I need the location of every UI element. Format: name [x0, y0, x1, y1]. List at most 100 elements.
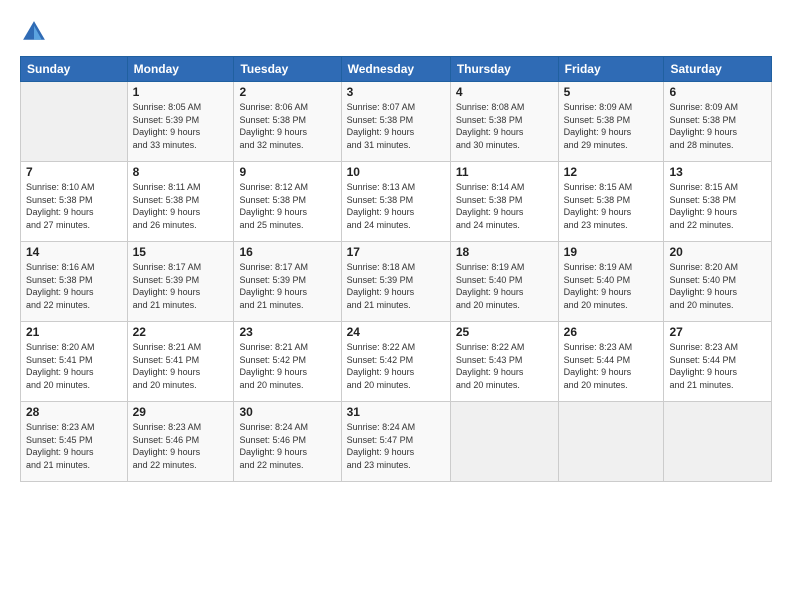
day-info: Sunrise: 8:15 AM Sunset: 5:38 PM Dayligh…	[669, 181, 766, 231]
day-info: Sunrise: 8:06 AM Sunset: 5:38 PM Dayligh…	[239, 101, 335, 151]
weekday-header-cell: Monday	[127, 57, 234, 82]
day-number: 12	[564, 165, 659, 179]
calendar-body: 1 Sunrise: 8:05 AM Sunset: 5:39 PM Daylig…	[21, 82, 772, 482]
calendar-day-cell: 22 Sunrise: 8:21 AM Sunset: 5:41 PM Dayli…	[127, 322, 234, 402]
weekday-header-cell: Sunday	[21, 57, 128, 82]
day-info: Sunrise: 8:17 AM Sunset: 5:39 PM Dayligh…	[239, 261, 335, 311]
day-number: 28	[26, 405, 122, 419]
logo	[20, 18, 52, 46]
day-info: Sunrise: 8:17 AM Sunset: 5:39 PM Dayligh…	[133, 261, 229, 311]
day-info: Sunrise: 8:21 AM Sunset: 5:41 PM Dayligh…	[133, 341, 229, 391]
day-number: 13	[669, 165, 766, 179]
calendar-day-cell: 8 Sunrise: 8:11 AM Sunset: 5:38 PM Daylig…	[127, 162, 234, 242]
calendar-day-cell: 14 Sunrise: 8:16 AM Sunset: 5:38 PM Dayli…	[21, 242, 128, 322]
day-info: Sunrise: 8:20 AM Sunset: 5:41 PM Dayligh…	[26, 341, 122, 391]
day-info: Sunrise: 8:09 AM Sunset: 5:38 PM Dayligh…	[669, 101, 766, 151]
day-info: Sunrise: 8:22 AM Sunset: 5:43 PM Dayligh…	[456, 341, 553, 391]
day-info: Sunrise: 8:13 AM Sunset: 5:38 PM Dayligh…	[347, 181, 445, 231]
logo-icon	[20, 18, 48, 46]
calendar-day-cell: 21Sunrise: 8:20 AM Sunset: 5:41 PM Dayli…	[21, 322, 128, 402]
calendar-day-cell: 26 Sunrise: 8:23 AM Sunset: 5:44 PM Dayli…	[558, 322, 664, 402]
page-header	[20, 18, 772, 46]
calendar-day-cell	[21, 82, 128, 162]
day-info: Sunrise: 8:11 AM Sunset: 5:38 PM Dayligh…	[133, 181, 229, 231]
calendar-week-row: 7Sunrise: 8:10 AM Sunset: 5:38 PM Daylig…	[21, 162, 772, 242]
day-info: Sunrise: 8:22 AM Sunset: 5:42 PM Dayligh…	[347, 341, 445, 391]
calendar-day-cell: 25 Sunrise: 8:22 AM Sunset: 5:43 PM Dayli…	[450, 322, 558, 402]
calendar-day-cell: 3Sunrise: 8:07 AM Sunset: 5:38 PM Daylig…	[341, 82, 450, 162]
day-info: Sunrise: 8:16 AM Sunset: 5:38 PM Dayligh…	[26, 261, 122, 311]
calendar-week-row: 14 Sunrise: 8:16 AM Sunset: 5:38 PM Dayli…	[21, 242, 772, 322]
calendar-day-cell: 9 Sunrise: 8:12 AM Sunset: 5:38 PM Daylig…	[234, 162, 341, 242]
calendar-day-cell: 1 Sunrise: 8:05 AM Sunset: 5:39 PM Daylig…	[127, 82, 234, 162]
calendar-day-cell: 30Sunrise: 8:24 AM Sunset: 5:46 PM Dayli…	[234, 402, 341, 482]
day-number: 27	[669, 325, 766, 339]
day-info: Sunrise: 8:09 AM Sunset: 5:38 PM Dayligh…	[564, 101, 659, 151]
calendar-day-cell	[558, 402, 664, 482]
day-info: Sunrise: 8:10 AM Sunset: 5:38 PM Dayligh…	[26, 181, 122, 231]
day-number: 6	[669, 85, 766, 99]
calendar-day-cell: 27 Sunrise: 8:23 AM Sunset: 5:44 PM Dayli…	[664, 322, 772, 402]
day-number: 24	[347, 325, 445, 339]
day-info: Sunrise: 8:05 AM Sunset: 5:39 PM Dayligh…	[133, 101, 229, 151]
calendar-day-cell: 29 Sunrise: 8:23 AM Sunset: 5:46 PM Dayli…	[127, 402, 234, 482]
day-number: 2	[239, 85, 335, 99]
day-number: 23	[239, 325, 335, 339]
day-info: Sunrise: 8:08 AM Sunset: 5:38 PM Dayligh…	[456, 101, 553, 151]
weekday-header-cell: Tuesday	[234, 57, 341, 82]
calendar-day-cell: 13 Sunrise: 8:15 AM Sunset: 5:38 PM Dayli…	[664, 162, 772, 242]
day-info: Sunrise: 8:24 AM Sunset: 5:47 PM Dayligh…	[347, 421, 445, 471]
calendar-table: SundayMondayTuesdayWednesdayThursdayFrid…	[20, 56, 772, 482]
calendar-day-cell: 15Sunrise: 8:17 AM Sunset: 5:39 PM Dayli…	[127, 242, 234, 322]
day-info: Sunrise: 8:15 AM Sunset: 5:38 PM Dayligh…	[564, 181, 659, 231]
day-number: 3	[347, 85, 445, 99]
day-number: 20	[669, 245, 766, 259]
day-info: Sunrise: 8:23 AM Sunset: 5:45 PM Dayligh…	[26, 421, 122, 471]
calendar-day-cell: 10Sunrise: 8:13 AM Sunset: 5:38 PM Dayli…	[341, 162, 450, 242]
day-info: Sunrise: 8:23 AM Sunset: 5:44 PM Dayligh…	[669, 341, 766, 391]
day-number: 11	[456, 165, 553, 179]
day-number: 8	[133, 165, 229, 179]
day-number: 9	[239, 165, 335, 179]
day-number: 26	[564, 325, 659, 339]
calendar-day-cell: 31 Sunrise: 8:24 AM Sunset: 5:47 PM Dayli…	[341, 402, 450, 482]
day-number: 19	[564, 245, 659, 259]
day-number: 16	[239, 245, 335, 259]
day-info: Sunrise: 8:21 AM Sunset: 5:42 PM Dayligh…	[239, 341, 335, 391]
page-container: SundayMondayTuesdayWednesdayThursdayFrid…	[0, 0, 792, 612]
day-number: 18	[456, 245, 553, 259]
day-number: 31	[347, 405, 445, 419]
calendar-day-cell: 23 Sunrise: 8:21 AM Sunset: 5:42 PM Dayli…	[234, 322, 341, 402]
day-number: 1	[133, 85, 229, 99]
calendar-week-row: 1 Sunrise: 8:05 AM Sunset: 5:39 PM Daylig…	[21, 82, 772, 162]
calendar-day-cell: 24 Sunrise: 8:22 AM Sunset: 5:42 PM Dayli…	[341, 322, 450, 402]
day-number: 29	[133, 405, 229, 419]
day-info: Sunrise: 8:23 AM Sunset: 5:44 PM Dayligh…	[564, 341, 659, 391]
weekday-header-cell: Saturday	[664, 57, 772, 82]
calendar-day-cell: 5 Sunrise: 8:09 AM Sunset: 5:38 PM Daylig…	[558, 82, 664, 162]
day-number: 22	[133, 325, 229, 339]
weekday-header-cell: Wednesday	[341, 57, 450, 82]
calendar-day-cell	[664, 402, 772, 482]
calendar-day-cell: 19 Sunrise: 8:19 AM Sunset: 5:40 PM Dayli…	[558, 242, 664, 322]
calendar-day-cell: 17Sunrise: 8:18 AM Sunset: 5:39 PM Dayli…	[341, 242, 450, 322]
day-number: 25	[456, 325, 553, 339]
day-info: Sunrise: 8:20 AM Sunset: 5:40 PM Dayligh…	[669, 261, 766, 311]
weekday-header-cell: Thursday	[450, 57, 558, 82]
calendar-day-cell: 12 Sunrise: 8:15 AM Sunset: 5:38 PM Dayli…	[558, 162, 664, 242]
day-number: 4	[456, 85, 553, 99]
day-info: Sunrise: 8:18 AM Sunset: 5:39 PM Dayligh…	[347, 261, 445, 311]
day-info: Sunrise: 8:12 AM Sunset: 5:38 PM Dayligh…	[239, 181, 335, 231]
calendar-day-cell: 7Sunrise: 8:10 AM Sunset: 5:38 PM Daylig…	[21, 162, 128, 242]
day-info: Sunrise: 8:19 AM Sunset: 5:40 PM Dayligh…	[564, 261, 659, 311]
day-info: Sunrise: 8:23 AM Sunset: 5:46 PM Dayligh…	[133, 421, 229, 471]
calendar-day-cell: 18 Sunrise: 8:19 AM Sunset: 5:40 PM Dayli…	[450, 242, 558, 322]
weekday-header-row: SundayMondayTuesdayWednesdayThursdayFrid…	[21, 57, 772, 82]
day-number: 14	[26, 245, 122, 259]
calendar-day-cell: 28 Sunrise: 8:23 AM Sunset: 5:45 PM Dayli…	[21, 402, 128, 482]
day-number: 5	[564, 85, 659, 99]
day-info: Sunrise: 8:24 AM Sunset: 5:46 PM Dayligh…	[239, 421, 335, 471]
day-info: Sunrise: 8:19 AM Sunset: 5:40 PM Dayligh…	[456, 261, 553, 311]
calendar-day-cell	[450, 402, 558, 482]
calendar-day-cell: 2 Sunrise: 8:06 AM Sunset: 5:38 PM Daylig…	[234, 82, 341, 162]
